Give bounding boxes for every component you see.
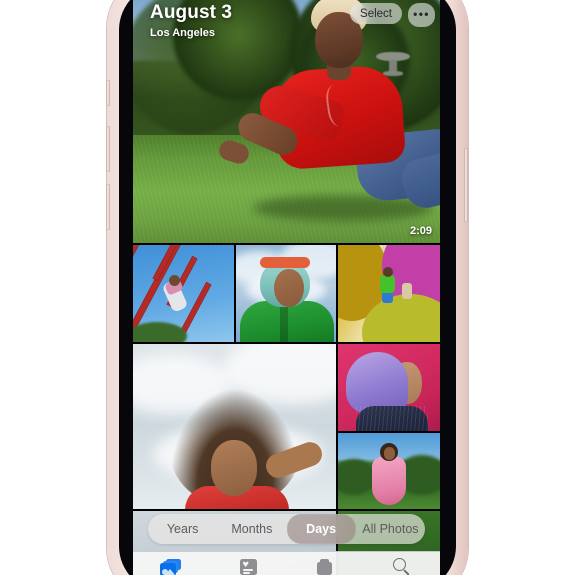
volume-up-button[interactable]	[106, 126, 110, 172]
tab-bar	[133, 551, 440, 575]
select-button[interactable]: Select	[350, 3, 402, 24]
albums-icon	[317, 559, 333, 575]
grid-photo-curly-hair[interactable]	[133, 344, 336, 509]
grid-photo-purple-bob[interactable]	[338, 344, 440, 431]
segment-all-photos[interactable]: All Photos	[356, 514, 425, 544]
hero-subject-person	[216, 0, 440, 231]
tab-for-you[interactable]	[225, 556, 271, 575]
search-icon	[392, 558, 411, 575]
segment-days[interactable]: Days	[286, 514, 356, 544]
timeline-segmented-control[interactable]: Years Months Days All Photos	[148, 514, 425, 544]
tab-library[interactable]	[148, 556, 194, 575]
segment-months[interactable]: Months	[217, 514, 286, 544]
grid-photo-slide[interactable]	[338, 245, 440, 342]
hero-date-title: August 3	[150, 2, 233, 23]
power-button[interactable]	[464, 148, 468, 222]
grid-photo-green-shirt[interactable]	[236, 245, 336, 342]
tab-search[interactable]	[379, 556, 425, 575]
hero-video-thumbnail[interactable]: August 3 Los Angeles Select ••• 2:09	[133, 0, 440, 243]
video-duration-label: 2:09	[409, 225, 432, 237]
hero-location-subtitle: Los Angeles	[150, 27, 215, 39]
tab-albums[interactable]	[302, 556, 348, 575]
phone-screen: August 3 Los Angeles Select ••• 2:09 Yea…	[133, 0, 440, 575]
grid-photo-ladder[interactable]	[133, 245, 234, 342]
more-options-button[interactable]: •••	[408, 3, 435, 27]
segment-years[interactable]: Years	[148, 514, 217, 544]
photo-library-icon	[160, 558, 182, 575]
screenshot-root: August 3 Los Angeles Select ••• 2:09 Yea…	[0, 0, 575, 575]
volume-down-button[interactable]	[106, 184, 110, 230]
mute-switch-button[interactable]	[106, 80, 110, 106]
grid-photo-pink-dress[interactable]	[338, 433, 440, 509]
for-you-card-icon	[239, 559, 257, 575]
